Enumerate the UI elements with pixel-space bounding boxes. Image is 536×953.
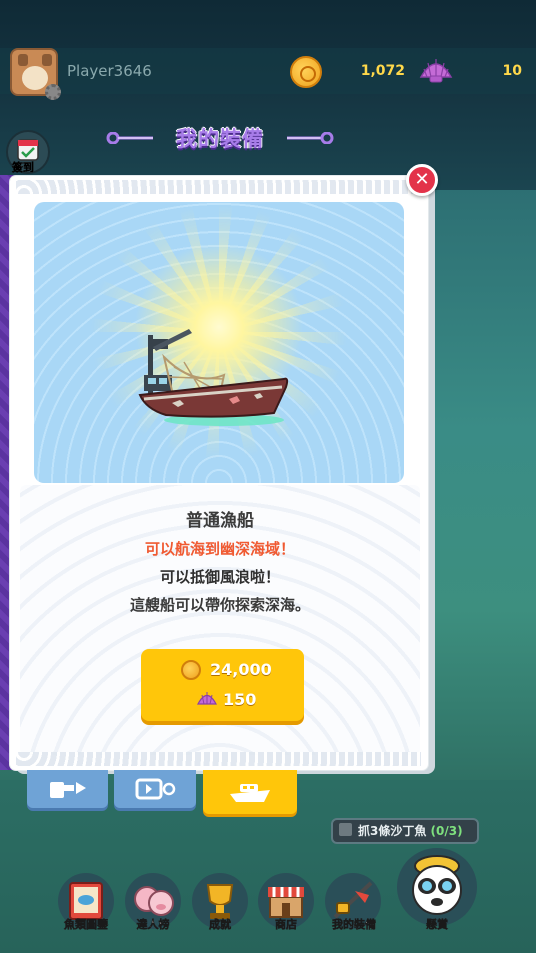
boat-icon bbox=[230, 784, 270, 802]
nav-label-achievement: 成就 bbox=[209, 918, 232, 932]
price-coins: 24,000 bbox=[210, 660, 272, 679]
quest-label: 抓3條沙丁魚 bbox=[358, 824, 427, 838]
close-button[interactable]: ✕ bbox=[406, 164, 438, 196]
coin-count: 1,072 bbox=[360, 63, 405, 79]
tab-boat[interactable] bbox=[203, 770, 297, 814]
tab-fishing-rod[interactable] bbox=[27, 770, 108, 808]
avatar-ear-right bbox=[42, 54, 52, 66]
avatar-face bbox=[22, 66, 48, 90]
panel-border-decoration-bottom bbox=[16, 752, 421, 766]
item-description-line3: 這艘船可以帶你探索深海。 bbox=[129, 596, 310, 614]
shell-icon bbox=[419, 59, 453, 83]
bait-icon bbox=[135, 778, 176, 800]
quest-progress: (0/3) bbox=[430, 824, 463, 838]
panel-border-decoration bbox=[16, 180, 421, 194]
item-description-line2: 可以抵御風浪啦！ bbox=[159, 568, 280, 586]
key-right-decoration bbox=[287, 132, 334, 144]
item-name: 普通漁船 bbox=[186, 511, 254, 531]
panel-title-bar: 我的裝備 bbox=[105, 123, 335, 153]
quest-checkbox bbox=[339, 823, 352, 836]
shell-count: 10 bbox=[502, 63, 522, 79]
coin-icon bbox=[181, 660, 201, 680]
tab-bait[interactable] bbox=[114, 770, 196, 808]
nav-label-shop: 商店 bbox=[275, 918, 298, 932]
shell-icon bbox=[197, 692, 217, 705]
price-shells: 150 bbox=[223, 690, 257, 709]
avatar-ear-left bbox=[18, 54, 28, 66]
player-name: Player3646 bbox=[67, 62, 152, 80]
rod-icon bbox=[49, 782, 86, 798]
sky-background bbox=[0, 0, 536, 190]
close-icon: ✕ bbox=[414, 169, 430, 190]
nav-label-ranking: 達人榜 bbox=[136, 918, 170, 932]
bounty-icon bbox=[412, 855, 462, 915]
gear-icon[interactable] bbox=[45, 84, 61, 100]
quest-text: 抓3條沙丁魚 (0/3) bbox=[358, 822, 463, 839]
nav-label-bounty: 懸賞 bbox=[426, 918, 449, 932]
item-description-highlight: 可以航海到幽深海域！ bbox=[144, 540, 295, 558]
nav-label-equipment: 我的裝備 bbox=[332, 918, 377, 932]
nav-label-fish-book: 魚類圖鑒 bbox=[64, 918, 109, 932]
coin-icon bbox=[290, 56, 322, 88]
fishing-boat-image bbox=[138, 329, 289, 426]
item-showcase bbox=[34, 202, 404, 483]
checkin-label: 簽到 bbox=[12, 161, 34, 174]
nav-bounty[interactable] bbox=[397, 848, 477, 926]
